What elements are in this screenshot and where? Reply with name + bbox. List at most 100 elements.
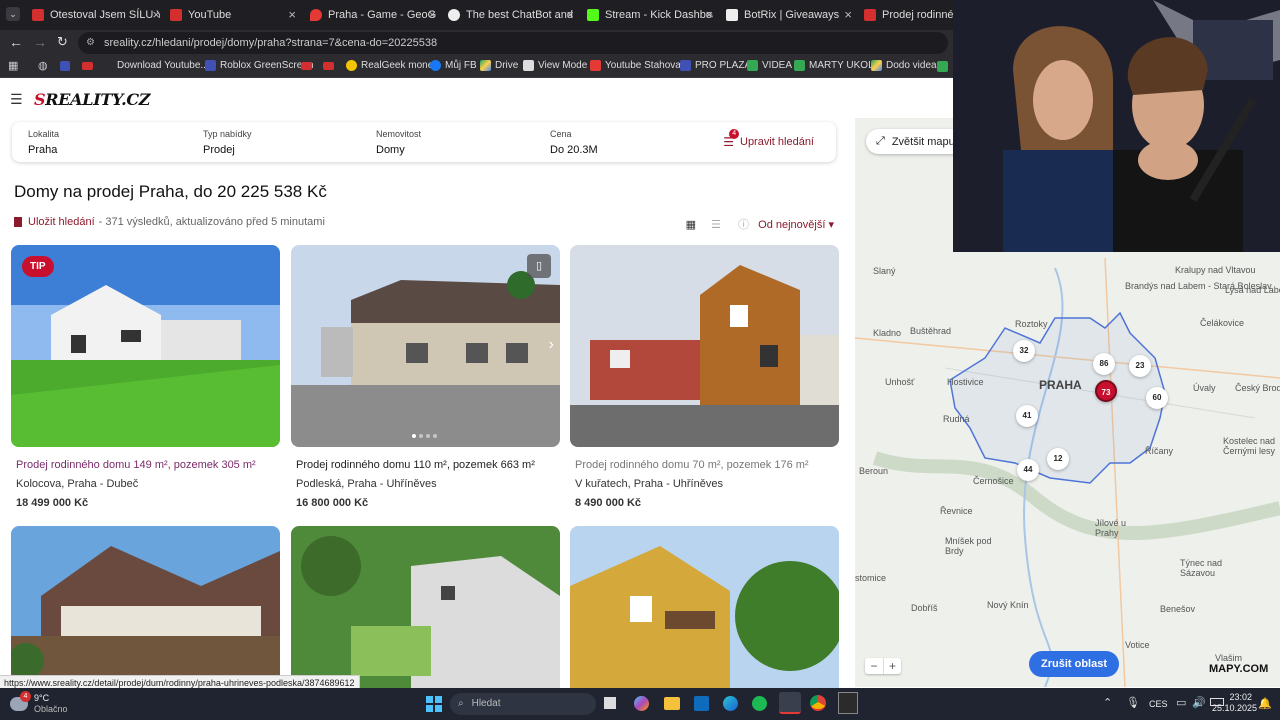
save-search-link[interactable]: Uložit hledání [28, 216, 95, 228]
edge-icon[interactable] [723, 696, 738, 711]
weather-widget[interactable]: 4 9°C Oblačno [10, 691, 68, 715]
map-cluster-pin[interactable]: 41 [1016, 405, 1038, 427]
expand-map-button[interactable]: ⤢ Zvětšit mapu [866, 129, 965, 154]
browser-tab[interactable]: Otestoval Jsem SÍLU YOU× [32, 4, 160, 26]
close-tab-icon[interactable]: × [152, 7, 160, 22]
listing-photo[interactable] [291, 526, 560, 688]
listing-card[interactable]: TIP Prodej rodinného domu 149 m², pozeme… [11, 245, 280, 509]
close-tab-icon[interactable]: × [566, 7, 574, 22]
bookmark-item[interactable]: RealGeek money [346, 60, 438, 71]
sreality-logo[interactable]: SREALITY.CZ [34, 90, 150, 109]
sort-dropdown[interactable]: Od nejnovější [758, 219, 825, 231]
terminal-icon[interactable] [779, 692, 801, 714]
listing-card[interactable] [291, 526, 560, 688]
filter-offer-type[interactable]: Typ nabídky Prodej [203, 129, 252, 156]
map-cluster-pin[interactable]: 23 [1129, 355, 1151, 377]
forward-icon[interactable]: → [33, 34, 47, 50]
bookmark-item[interactable]: MARTY UKOLY [794, 60, 880, 71]
map-cluster-pin[interactable]: 32 [1013, 340, 1035, 362]
bookmark-item[interactable]: Roblox GreenScreen [205, 60, 313, 71]
listing-photo[interactable]: ▯ › [291, 245, 560, 447]
browser-tab[interactable]: YouTube × [170, 4, 296, 26]
listing-photo[interactable]: TIP [11, 245, 280, 447]
listing-card[interactable]: Prodej rodinného domu 70 m², pozemek 176… [570, 245, 839, 509]
notification-bell-icon[interactable]: 🔔 [1258, 697, 1272, 710]
cancel-area-button[interactable]: Zrušit oblast [1029, 651, 1120, 677]
filter-price[interactable]: Cena Do 20.3M [550, 129, 598, 156]
tab-search-icon[interactable]: ⌄ [6, 7, 20, 21]
taskbar-search[interactable]: ⌕ Hledat [450, 693, 596, 715]
bookmark-item[interactable]: Můj FB [430, 60, 477, 71]
browser-tab-active[interactable]: Prodej rodinného do [864, 4, 954, 26]
list-view-icon[interactable]: ☰ [711, 219, 721, 231]
save-listing-icon[interactable]: ▯ [527, 254, 551, 278]
browser-tab[interactable]: BotRix | Giveaways × [726, 4, 852, 26]
listing-title[interactable]: Prodej rodinného domu 110 m², pozemek 66… [291, 459, 560, 471]
map-cluster-pin[interactable]: 86 [1093, 353, 1115, 375]
zoom-in-button[interactable]: + [883, 658, 901, 674]
map-cluster-pin[interactable]: 44 [1017, 459, 1039, 481]
outlook-icon[interactable] [694, 696, 709, 711]
listing-photo[interactable] [11, 526, 280, 688]
map-cluster-pin[interactable]: 12 [1047, 448, 1069, 470]
bookmark-item[interactable]: VIDEA [747, 60, 792, 71]
close-tab-icon[interactable]: × [844, 7, 852, 22]
reload-icon[interactable]: ↻ [57, 34, 68, 50]
globe-icon[interactable]: ◍ [38, 59, 48, 72]
listing-card[interactable] [11, 526, 280, 688]
chevron-up-icon[interactable]: ⌃ [1103, 696, 1112, 709]
copilot-icon[interactable] [634, 696, 649, 711]
back-icon[interactable]: ← [9, 34, 23, 50]
bookmark-item[interactable]: Drive [480, 60, 518, 71]
filter-value: Praha [28, 144, 58, 156]
listing-card[interactable]: ▯ › Prodej rodinného domu 110 m², pozeme… [291, 245, 560, 509]
edit-search-button[interactable]: ☰ 4 Upravit hledání [723, 129, 814, 149]
epic-games-icon[interactable] [838, 692, 858, 714]
apps-grid-icon[interactable]: ▦ [8, 59, 18, 72]
bookmark-item[interactable]: PRO PLAZA [680, 60, 751, 71]
listing-photo[interactable] [570, 526, 839, 688]
bookmark-save-icon[interactable] [14, 217, 22, 227]
zoom-out-button[interactable]: − [865, 658, 883, 674]
grid-view-icon[interactable]: ▦ [686, 219, 696, 231]
close-tab-icon[interactable]: × [428, 7, 436, 22]
url-field[interactable]: ⚙ sreality.cz/hledani/prodej/domy/praha?… [78, 32, 948, 54]
menu-icon[interactable]: ☰ [10, 91, 23, 108]
site-info-icon[interactable]: ⚙ [86, 32, 95, 54]
clock[interactable]: 23:02 25.10.2025 [1212, 692, 1257, 714]
file-explorer-icon[interactable] [664, 697, 680, 710]
volume-icon[interactable]: 🔊 [1192, 696, 1206, 709]
close-tab-icon[interactable]: × [288, 7, 296, 22]
map-cluster-pin[interactable]: 60 [1146, 387, 1168, 409]
youtube-bookmark-icon[interactable] [323, 62, 334, 70]
close-tab-icon[interactable]: × [705, 7, 713, 22]
task-view-icon[interactable] [604, 697, 616, 709]
filter-property-type[interactable]: Nemovitost Domy [376, 129, 421, 156]
network-icon[interactable]: ▭ [1176, 696, 1186, 709]
map-cluster-pin-active[interactable]: 73 [1095, 380, 1117, 402]
listing-title[interactable]: Prodej rodinného domu 149 m², pozemek 30… [11, 459, 280, 471]
youtube-bookmark-icon[interactable] [82, 62, 93, 70]
microphone-icon[interactable]: 🎙 [1126, 696, 1140, 709]
browser-tab[interactable]: Stream - Kick Dashboard× [587, 4, 713, 26]
chrome-icon[interactable] [810, 695, 826, 711]
bookmark-item[interactable]: Download Youtube... [117, 60, 209, 71]
filter-location[interactable]: Lokalita Praha [28, 129, 59, 156]
youtube-bookmark-icon[interactable] [301, 62, 312, 70]
start-button[interactable] [426, 696, 442, 712]
bookmark-item[interactable]: Dodo videa [871, 60, 937, 71]
listing-title[interactable]: Prodej rodinného domu 70 m², pozemek 176… [570, 459, 839, 471]
listing-photo[interactable] [570, 245, 839, 447]
bookmark-item[interactable]: Youtube Stahovaní [590, 60, 689, 71]
listing-card[interactable] [570, 526, 839, 688]
listing-price: 8 490 000 Kč [575, 497, 642, 509]
browser-tab[interactable]: Praha - Game - GeoGuess× [310, 4, 436, 26]
spotify-icon[interactable] [752, 696, 767, 711]
browser-tab[interactable]: The best ChatBot and Wr× [448, 4, 574, 26]
bookmark-icon[interactable] [60, 61, 70, 71]
sheets-icon[interactable] [937, 61, 948, 72]
next-photo-icon[interactable]: › [549, 336, 554, 354]
bookmark-item[interactable]: View Mode [523, 60, 587, 71]
language-indicator[interactable]: CES [1149, 699, 1168, 709]
info-icon[interactable]: ⓘ [738, 219, 749, 231]
